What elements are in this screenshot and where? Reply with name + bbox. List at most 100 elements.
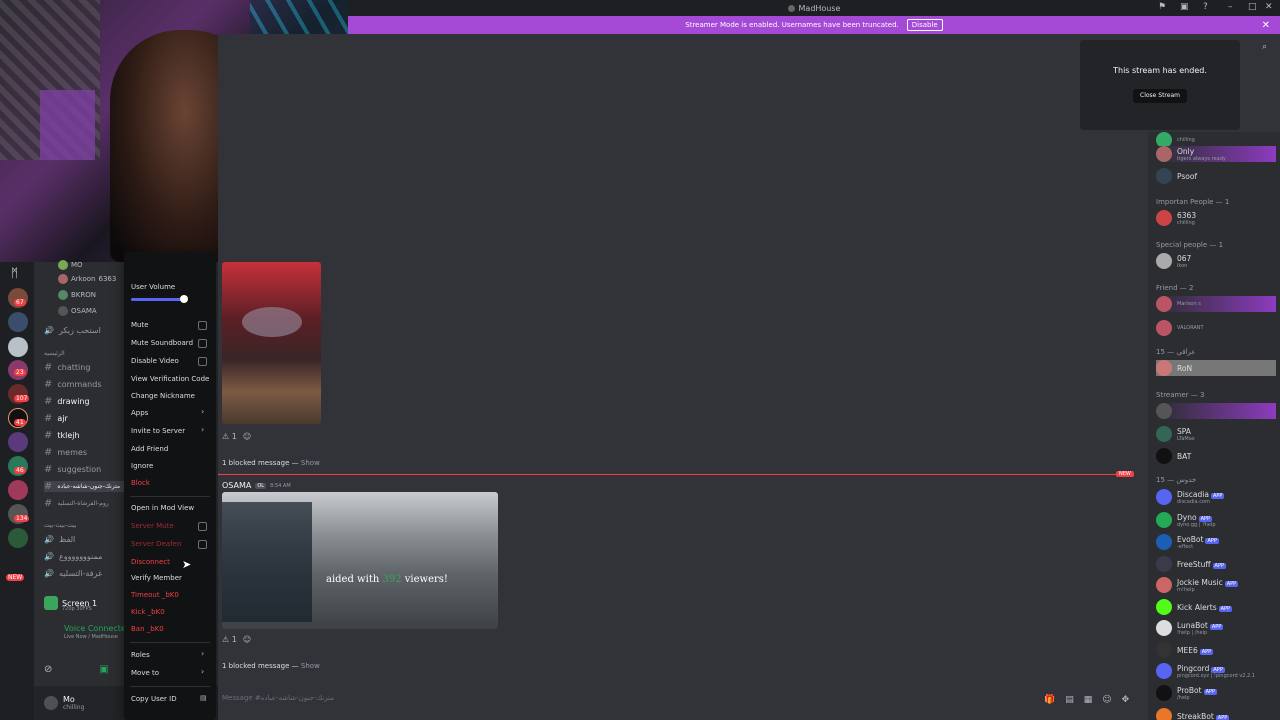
- bot-member-item[interactable]: LunaBot APP !help | /help: [1156, 620, 1224, 636]
- server-icon[interactable]: [8, 480, 28, 500]
- channel-tklejh[interactable]: # tklejh: [44, 430, 80, 441]
- channel-drawing[interactable]: # drawing: [44, 396, 90, 407]
- mute-soundboard-checkbox[interactable]: [198, 339, 207, 348]
- server-icon[interactable]: [8, 528, 28, 548]
- server-icon[interactable]: [8, 312, 28, 332]
- maximize-icon[interactable]: □: [1248, 2, 1257, 12]
- voice-user[interactable]: OSAMA: [58, 306, 97, 316]
- bot-member-item[interactable]: MEE6 APP: [1156, 642, 1214, 658]
- member-item[interactable]: Psoof: [1156, 168, 1197, 184]
- menu-add-friend[interactable]: Add Friend: [131, 445, 168, 453]
- menu-apps[interactable]: Apps: [131, 409, 148, 417]
- chat-image-attachment[interactable]: [222, 262, 321, 424]
- member-item[interactable]: Only tigers always ready: [1156, 146, 1276, 162]
- menu-server-mute[interactable]: Server Mute: [131, 522, 174, 530]
- menu-disable-video[interactable]: Disable Video: [131, 357, 179, 365]
- menu-move-to[interactable]: Move to: [131, 669, 159, 677]
- close-stream-button[interactable]: Close Stream: [1133, 89, 1187, 103]
- channel-memes[interactable]: # memes: [44, 447, 87, 458]
- sticker-icon[interactable]: ▦: [1084, 695, 1093, 705]
- menu-roles[interactable]: Roles: [131, 651, 150, 659]
- voice-connected-status[interactable]: Voice Connected: [64, 624, 131, 633]
- gift-icon[interactable]: 🎁: [1044, 695, 1055, 705]
- server-deafen-checkbox[interactable]: [198, 540, 207, 549]
- disable-video-checkbox[interactable]: [198, 357, 207, 366]
- menu-copy-user-id[interactable]: Copy User ID: [131, 695, 177, 703]
- bot-member-item[interactable]: EvoBot APP -effect: [1156, 534, 1219, 550]
- voice-user[interactable]: Arkoon 6363: [58, 274, 116, 284]
- channel-ajr[interactable]: # ajr: [44, 413, 68, 424]
- menu-view-verification-code[interactable]: View Verification Code: [131, 375, 209, 383]
- member-item[interactable]: SPA LTaMax: [1156, 426, 1195, 442]
- add-reaction-icon[interactable]: ☺: [243, 432, 251, 441]
- bot-member-item[interactable]: StreakBot APP: [1156, 708, 1230, 720]
- minimize-icon[interactable]: –: [1228, 2, 1233, 12]
- bot-member-item[interactable]: Kick Alerts APP: [1156, 599, 1233, 615]
- channel-commands[interactable]: # commands: [44, 379, 102, 390]
- menu-invite-to-server[interactable]: Invite to Server: [131, 427, 185, 435]
- inbox-icon[interactable]: ⚑: [1158, 2, 1166, 12]
- member-item[interactable]: 6363 chilling: [1156, 210, 1196, 226]
- menu-block[interactable]: Block: [131, 479, 150, 487]
- disable-streamer-mode-button[interactable]: Disable: [906, 19, 943, 31]
- server-icon[interactable]: [8, 432, 28, 452]
- channel-category[interactable]: بيت-بيت-بيت: [44, 522, 76, 529]
- menu-disconnect[interactable]: Disconnect: [131, 558, 170, 566]
- user-volume-slider[interactable]: [131, 295, 189, 303]
- bot-member-item[interactable]: Discadia APP discadia.com: [1156, 489, 1225, 505]
- member-item[interactable]: VALORANT: [1156, 320, 1204, 336]
- message-author[interactable]: OSAMA: [222, 481, 251, 490]
- member-item[interactable]: RoN: [1156, 360, 1276, 376]
- show-blocked-link[interactable]: Show: [301, 459, 320, 467]
- message-input[interactable]: Message #مترنك-جنون-شاشه-عباده: [222, 694, 334, 702]
- mute-checkbox[interactable]: [198, 321, 207, 330]
- emoji-icon[interactable]: ☺: [1102, 695, 1111, 705]
- member-item[interactable]: 067 ikon: [1156, 253, 1191, 269]
- screen-share-button-icon[interactable]: ▣: [99, 664, 108, 675]
- close-banner-icon[interactable]: ✕: [1262, 20, 1270, 31]
- gif-icon[interactable]: ▤: [1065, 695, 1074, 705]
- menu-mute-soundboard[interactable]: Mute Soundboard: [131, 339, 193, 347]
- bot-member-item[interactable]: Pingcord APP pingcord.xyz | !pingcord v2.2…: [1156, 663, 1255, 679]
- search-icon[interactable]: ⌕: [1262, 42, 1267, 52]
- menu-verify-member[interactable]: Verify Member: [131, 574, 182, 582]
- member-item[interactable]: Marison s: [1156, 296, 1276, 312]
- voice-user[interactable]: BKRON: [58, 290, 96, 300]
- voice-channel[interactable]: 🔊 الفظ: [44, 535, 75, 544]
- menu-timeout[interactable]: Timeout _bK0: [131, 591, 179, 599]
- add-reaction-icon[interactable]: ☺: [243, 635, 251, 644]
- apps-icon[interactable]: ✥: [1122, 695, 1130, 705]
- monitor-icon[interactable]: ▣: [1180, 2, 1189, 12]
- channel-item[interactable]: # روم-الفرشاة-التسليه: [44, 498, 109, 509]
- menu-open-in-mod-view[interactable]: Open in Mod View: [131, 504, 194, 512]
- bot-member-item[interactable]: FreeStuff APP: [1156, 556, 1226, 572]
- menu-ban[interactable]: Ban _bK0: [131, 625, 164, 633]
- chat-image-attachment[interactable]: aided with 392 viewers!: [222, 492, 498, 629]
- discord-home-icon[interactable]: ᛗ: [11, 266, 18, 280]
- voice-user[interactable]: MO: [58, 260, 83, 270]
- voice-channel[interactable]: 🔊 استحب زيكر: [44, 326, 101, 335]
- bot-member-item[interactable]: Dyno APP dyno.gg | ?help: [1156, 512, 1216, 528]
- menu-server-deafen[interactable]: Server Deafen: [131, 540, 181, 548]
- bot-member-item[interactable]: Jockie Music APP m!help: [1156, 577, 1239, 593]
- help-icon[interactable]: ?: [1203, 2, 1208, 12]
- voice-channel[interactable]: 🔊 ممنوووووووع: [44, 552, 102, 561]
- show-blocked-link[interactable]: Show: [301, 662, 320, 670]
- warning-reaction[interactable]: ⚠ 1: [222, 635, 237, 644]
- warning-reaction[interactable]: ⚠ 1: [222, 432, 237, 441]
- member-item[interactable]: [1156, 403, 1276, 419]
- menu-mute[interactable]: Mute: [131, 321, 149, 329]
- member-item[interactable]: BAT: [1156, 448, 1191, 464]
- channel-chatting[interactable]: # chatting: [44, 362, 90, 373]
- channel-suggestion[interactable]: # suggestion: [44, 464, 101, 475]
- menu-kick[interactable]: Kick _bK0: [131, 608, 165, 616]
- server-mute-checkbox[interactable]: [198, 522, 207, 531]
- menu-ignore[interactable]: Ignore: [131, 462, 153, 470]
- menu-change-nickname[interactable]: Change Nickname: [131, 392, 195, 400]
- user-volume-knob[interactable]: [180, 295, 189, 303]
- close-window-icon[interactable]: ✕: [1265, 2, 1273, 12]
- voice-channel[interactable]: 🔊 غرفة-التسليه: [44, 569, 102, 578]
- video-off-icon[interactable]: ⊘: [44, 664, 52, 675]
- channel-category[interactable]: الرئيسيه: [44, 350, 65, 357]
- channel-selected[interactable]: # مترنك-جنون-شاشه-عباده: [44, 481, 124, 492]
